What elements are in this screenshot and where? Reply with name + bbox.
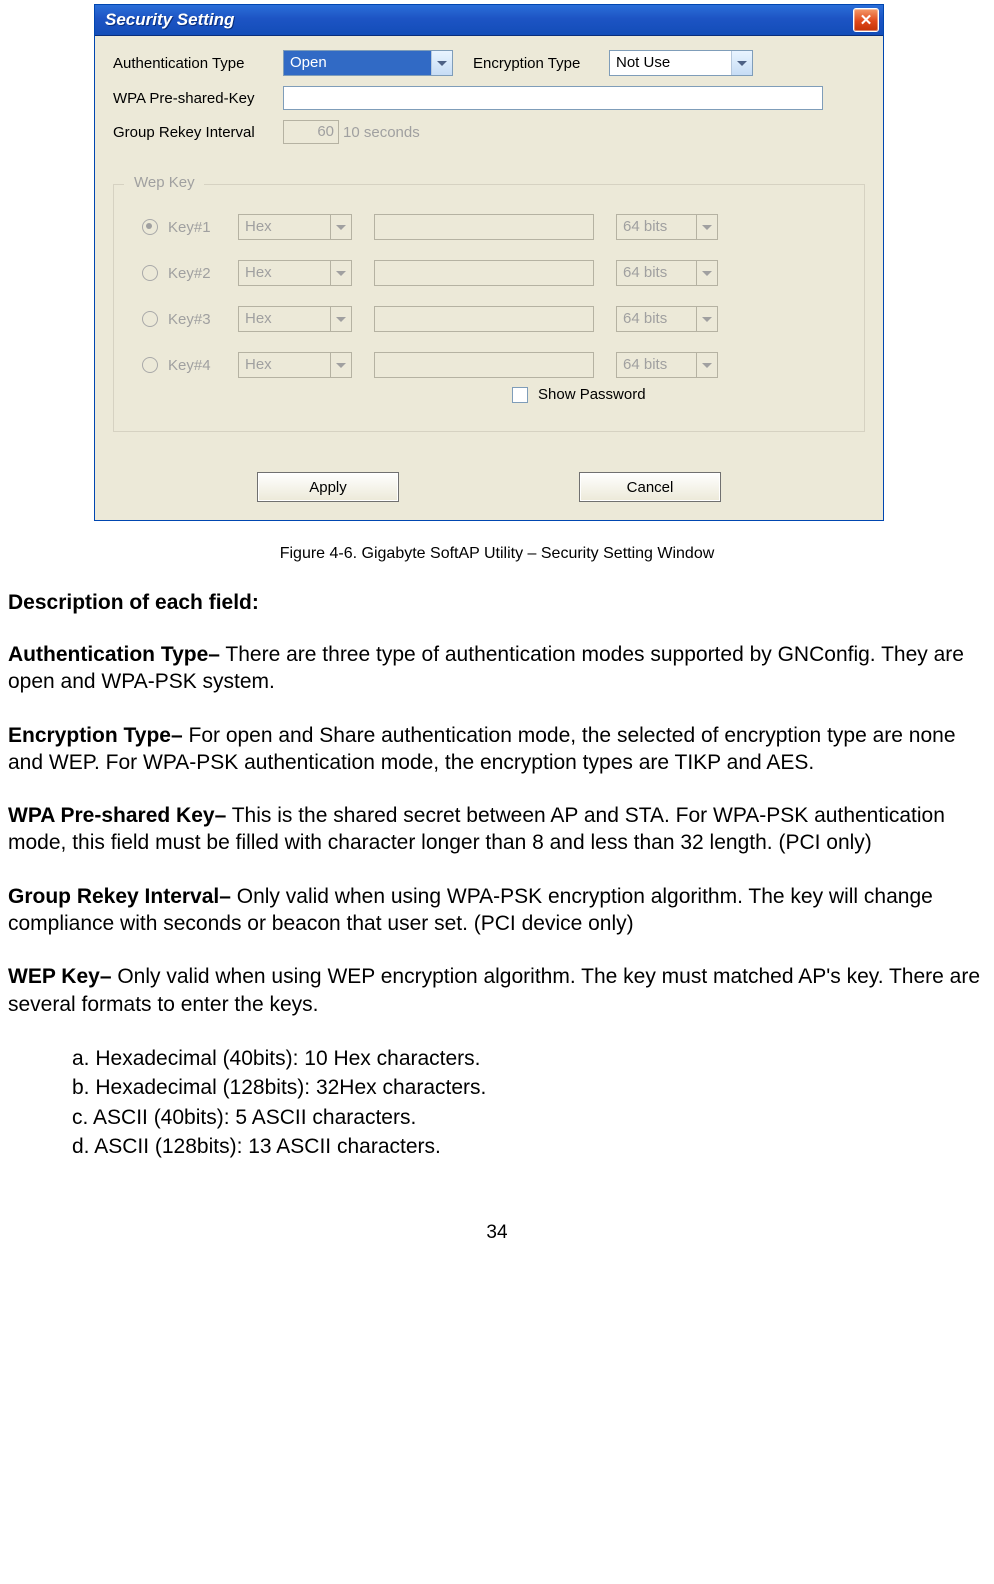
wep-row-2: Key#2 Hex 64 bits — [142, 260, 848, 286]
show-password-checkbox[interactable] — [512, 387, 528, 403]
cancel-button[interactable]: Cancel — [579, 472, 721, 502]
apply-button[interactable]: Apply — [257, 472, 399, 502]
group-rekey-unit: 10 seconds — [343, 124, 420, 141]
para-wep: WEP Key– Only valid when using WEP encry… — [8, 963, 986, 1018]
term-wpa: WPA Pre-shared Key– — [8, 804, 226, 827]
wep-label-4: Key#4 — [168, 357, 238, 374]
wpa-psk-input[interactable] — [283, 86, 823, 110]
wep-key-group: Wep Key Key#1 Hex 64 bits — [113, 184, 865, 432]
para-wpa: WPA Pre-shared Key– This is the shared s… — [8, 802, 986, 857]
list-item: c. ASCII (40bits): 5 ASCII characters. — [72, 1103, 986, 1132]
page-number: 34 — [8, 1222, 986, 1244]
list-item: b. Hexadecimal (128bits): 32Hex characte… — [72, 1073, 986, 1102]
wep-radio-3[interactable] — [142, 311, 158, 327]
wep-formats-list: a. Hexadecimal (40bits): 10 Hex characte… — [72, 1044, 986, 1162]
close-icon: ✕ — [860, 11, 873, 29]
titlebar-title: Security Setting — [105, 10, 234, 30]
term-auth: Authentication Type– — [8, 643, 220, 666]
wep-row-4: Key#4 Hex 64 bits — [142, 352, 848, 378]
term-gri: Group Rekey Interval– — [8, 885, 231, 908]
body-wep: Only valid when using WEP encryption alg… — [8, 965, 980, 1015]
titlebar[interactable]: Security Setting ✕ — [95, 5, 883, 36]
wep-bits-1: 64 bits — [616, 214, 718, 240]
wep-radio-4[interactable] — [142, 357, 158, 373]
label-auth-type: Authentication Type — [113, 55, 283, 72]
wep-key-legend: Wep Key — [128, 174, 201, 191]
list-item: d. ASCII (128bits): 13 ASCII characters. — [72, 1132, 986, 1161]
chevron-down-icon — [696, 307, 717, 331]
para-enc: Encryption Type– For open and Share auth… — [8, 722, 986, 777]
wep-format-3: Hex — [238, 306, 352, 332]
auth-type-combo[interactable]: Open — [283, 50, 453, 76]
wep-row-1: Key#1 Hex 64 bits — [142, 214, 848, 240]
wep-radio-1[interactable] — [142, 219, 158, 235]
chevron-down-icon — [330, 215, 351, 239]
wep-bits-2: 64 bits — [616, 260, 718, 286]
wep-radio-2[interactable] — [142, 265, 158, 281]
wep-bits-4-value: 64 bits — [617, 353, 696, 377]
chevron-down-icon — [696, 353, 717, 377]
para-auth: Authentication Type– There are three typ… — [8, 641, 986, 696]
wep-bits-3-value: 64 bits — [617, 307, 696, 331]
chevron-down-icon — [696, 261, 717, 285]
wep-bits-1-value: 64 bits — [617, 215, 696, 239]
row-gri: Group Rekey Interval 60 10 seconds — [113, 120, 865, 144]
wep-format-1: Hex — [238, 214, 352, 240]
dialog-window: Security Setting ✕ Authentication Type O… — [94, 4, 884, 521]
chevron-down-icon — [330, 261, 351, 285]
show-password-label: Show Password — [538, 386, 646, 403]
dialog-body: Authentication Type Open Encryption Type… — [95, 36, 883, 520]
wep-bits-3: 64 bits — [616, 306, 718, 332]
label-enc-type: Encryption Type — [473, 55, 609, 72]
wep-value-3[interactable] — [374, 306, 594, 332]
wep-label-1: Key#1 — [168, 219, 238, 236]
label-group-rekey: Group Rekey Interval — [113, 124, 283, 141]
wep-value-2[interactable] — [374, 260, 594, 286]
wep-label-2: Key#2 — [168, 265, 238, 282]
chevron-down-icon — [330, 307, 351, 331]
row-auth-enc: Authentication Type Open Encryption Type… — [113, 50, 865, 76]
wep-label-3: Key#3 — [168, 311, 238, 328]
auth-type-value: Open — [284, 51, 431, 75]
row-wpa: WPA Pre-shared-Key — [113, 86, 865, 110]
wep-bits-2-value: 64 bits — [617, 261, 696, 285]
chevron-down-icon — [696, 215, 717, 239]
wep-value-1[interactable] — [374, 214, 594, 240]
wep-bits-4: 64 bits — [616, 352, 718, 378]
wep-format-2-value: Hex — [239, 261, 330, 285]
list-item: a. Hexadecimal (40bits): 10 Hex characte… — [72, 1044, 986, 1073]
button-row: Apply Cancel — [113, 472, 865, 502]
para-gri: Group Rekey Interval– Only valid when us… — [8, 883, 986, 938]
wep-format-3-value: Hex — [239, 307, 330, 331]
chevron-down-icon — [330, 353, 351, 377]
wep-format-1-value: Hex — [239, 215, 330, 239]
wep-row-3: Key#3 Hex 64 bits — [142, 306, 848, 332]
enc-type-value: Not Use — [610, 51, 731, 75]
wep-format-2: Hex — [238, 260, 352, 286]
security-setting-dialog: Security Setting ✕ Authentication Type O… — [94, 4, 884, 521]
term-wep: WEP Key– — [8, 965, 112, 988]
close-button[interactable]: ✕ — [853, 8, 879, 32]
wep-value-4[interactable] — [374, 352, 594, 378]
wep-format-4-value: Hex — [239, 353, 330, 377]
chevron-down-icon — [731, 51, 752, 75]
enc-type-combo[interactable]: Not Use — [609, 50, 753, 76]
show-password-row: Show Password — [512, 386, 848, 403]
term-enc: Encryption Type– — [8, 724, 183, 747]
chevron-down-icon — [431, 51, 452, 75]
figure-caption: Figure 4-6. Gigabyte SoftAP Utility – Se… — [8, 545, 986, 563]
group-rekey-input: 60 — [283, 120, 339, 144]
label-wpa-psk: WPA Pre-shared-Key — [113, 90, 283, 107]
wep-format-4: Hex — [238, 352, 352, 378]
description-heading: Description of each field: — [8, 591, 986, 615]
